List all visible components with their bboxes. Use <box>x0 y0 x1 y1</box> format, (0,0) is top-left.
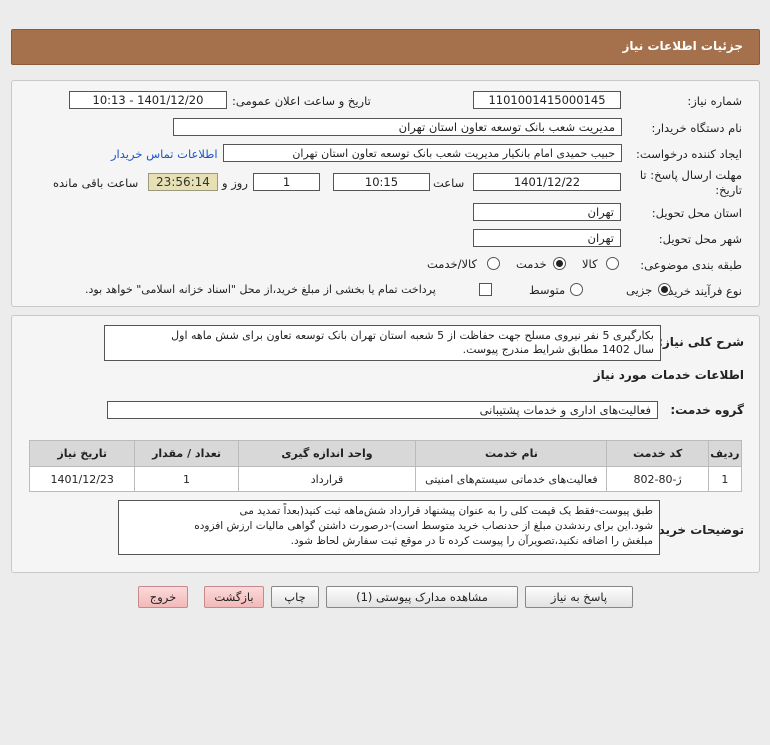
category-option-goods-service: کالا/خدمت <box>427 257 478 271</box>
province-label: استان محل تحویل: <box>651 206 742 220</box>
buyer-notes-box: طبق پیوست-فقط یک قیمت کلی را به عنوان پی… <box>118 500 660 555</box>
service-group-field[interactable]: فعالیت‌های اداری و خدمات پشتیبانی <box>107 401 658 419</box>
summary-text-box: بکارگیری 5 نفر نیروی مسلح جهت حفاظت از 5… <box>104 325 661 361</box>
treasury-payment-text: پرداخت تمام یا بخشی از مبلغ خرید،از محل … <box>85 283 436 296</box>
category-radio-goods[interactable] <box>606 257 619 270</box>
category-radio-service[interactable] <box>553 257 566 270</box>
creator-label: ایجاد کننده درخواست: <box>636 147 742 161</box>
category-label: طبقه بندی موضوعی: <box>640 258 742 272</box>
province-field[interactable]: تهران <box>473 203 621 221</box>
category-option-goods: کالا <box>582 257 598 271</box>
cell-quantity: 1 <box>134 466 239 492</box>
buyer-org-field[interactable]: مدیریت شعب بانک توسعه تعاون استان تهران <box>173 118 622 136</box>
page-title: جزئیات اطلاعات نیاز <box>622 39 743 53</box>
process-label: نوع فرآیند خرید : <box>660 284 742 298</box>
need-info-panel <box>11 80 760 307</box>
cell-need-date: 1401/12/23 <box>28 466 136 492</box>
need-number-label: شماره نیاز: <box>687 94 742 108</box>
announce-field[interactable]: 1401/12/20 - 10:13 <box>69 91 227 109</box>
process-option-medium: متوسط <box>529 283 566 297</box>
process-radio-minor[interactable] <box>658 283 671 296</box>
buyer-org-label: نام دستگاه خریدار: <box>651 121 742 135</box>
back-button[interactable]: بازگشت <box>204 586 264 608</box>
days-label: روز و <box>222 176 248 190</box>
announce-label: تاریخ و ساعت اعلان عمومی: <box>232 94 371 108</box>
category-option-service: خدمت <box>516 257 547 271</box>
creator-field[interactable]: حبیب حمیدی امام بانکیار مدیریت شعب بانک … <box>223 144 622 162</box>
buyer-notes-line-1: طبق پیوست-فقط یک قیمت کلی را به عنوان پی… <box>239 505 653 517</box>
cell-service-code: ژ-80-802 <box>606 466 709 492</box>
summary-text-line-2: سال 1402 مطابق شرایط مندرج پیوست. <box>462 343 654 356</box>
summary-text-line-1: بکارگیری 5 نفر نیروی مسلح جهت حفاظت از 5… <box>171 329 654 342</box>
col-service-code: کد خدمت <box>606 440 709 467</box>
services-heading: اطلاعات خدمات مورد نیاز <box>593 368 744 382</box>
services-table: ردیف کد خدمت نام خدمت واحد اندازه گیری ت… <box>28 440 743 492</box>
deadline-date-field[interactable]: 1401/12/22 <box>473 173 621 191</box>
reply-button[interactable]: پاسخ به نیاز <box>525 586 633 608</box>
category-radio-goods-service[interactable] <box>487 257 500 270</box>
col-need-date: تاریخ نیاز <box>28 440 136 467</box>
services-table-header: ردیف کد خدمت نام خدمت واحد اندازه گیری ت… <box>28 440 743 467</box>
view-attachments-button[interactable]: مشاهده مدارک پیوستی (1) <box>326 586 518 608</box>
deadline-time-label: ساعت <box>433 176 465 190</box>
process-option-minor: جزیی <box>626 283 653 297</box>
treasury-payment-checkbox[interactable] <box>479 283 492 296</box>
page-header: جزئیات اطلاعات نیاز <box>11 29 760 65</box>
buyer-notes-line-3: مبلغش را اضافه نکنید،تصویرآن را پیوست کر… <box>290 535 653 547</box>
deadline-date-label: تاریخ: <box>715 183 742 197</box>
buyer-contact-link[interactable]: اطلاعات تماس خریدار <box>111 147 218 161</box>
cell-service-name: فعالیت‌های خدماتی سیستم‌های امنیتی <box>415 466 608 492</box>
col-row-number: ردیف <box>707 440 743 467</box>
remaining-label: ساعت باقی مانده <box>53 176 139 190</box>
print-button[interactable]: چاپ <box>271 586 319 608</box>
summary-label: شرح کلی نیاز: <box>658 335 744 349</box>
deadline-time-field[interactable]: 10:15 <box>333 173 430 191</box>
city-label: شهر محل تحویل: <box>658 232 742 246</box>
city-field[interactable]: تهران <box>473 229 621 247</box>
deadline-label: مهلت ارسال پاسخ: تا <box>639 168 742 182</box>
days-field[interactable]: 1 <box>253 173 320 191</box>
cell-unit: قرارداد <box>237 466 417 492</box>
remaining-timer: 23:56:14 <box>148 173 218 191</box>
col-unit: واحد اندازه گیری <box>237 440 417 467</box>
cell-row-number: 1 <box>707 466 743 492</box>
exit-button[interactable]: خروج <box>138 586 188 608</box>
col-quantity: تعداد / مقدار <box>134 440 239 467</box>
table-row: 1 ژ-80-802 فعالیت‌های خدماتی سیستم‌های ا… <box>28 466 743 492</box>
col-service-name: نام خدمت <box>415 440 608 467</box>
service-group-label: گروه خدمت: <box>670 403 744 417</box>
buyer-notes-line-2: شود.این برای رندشدن مبلغ از حدنصاب خرید … <box>194 520 653 532</box>
process-radio-medium[interactable] <box>570 283 583 296</box>
need-number-field[interactable]: 1101001415000145 <box>473 91 621 109</box>
